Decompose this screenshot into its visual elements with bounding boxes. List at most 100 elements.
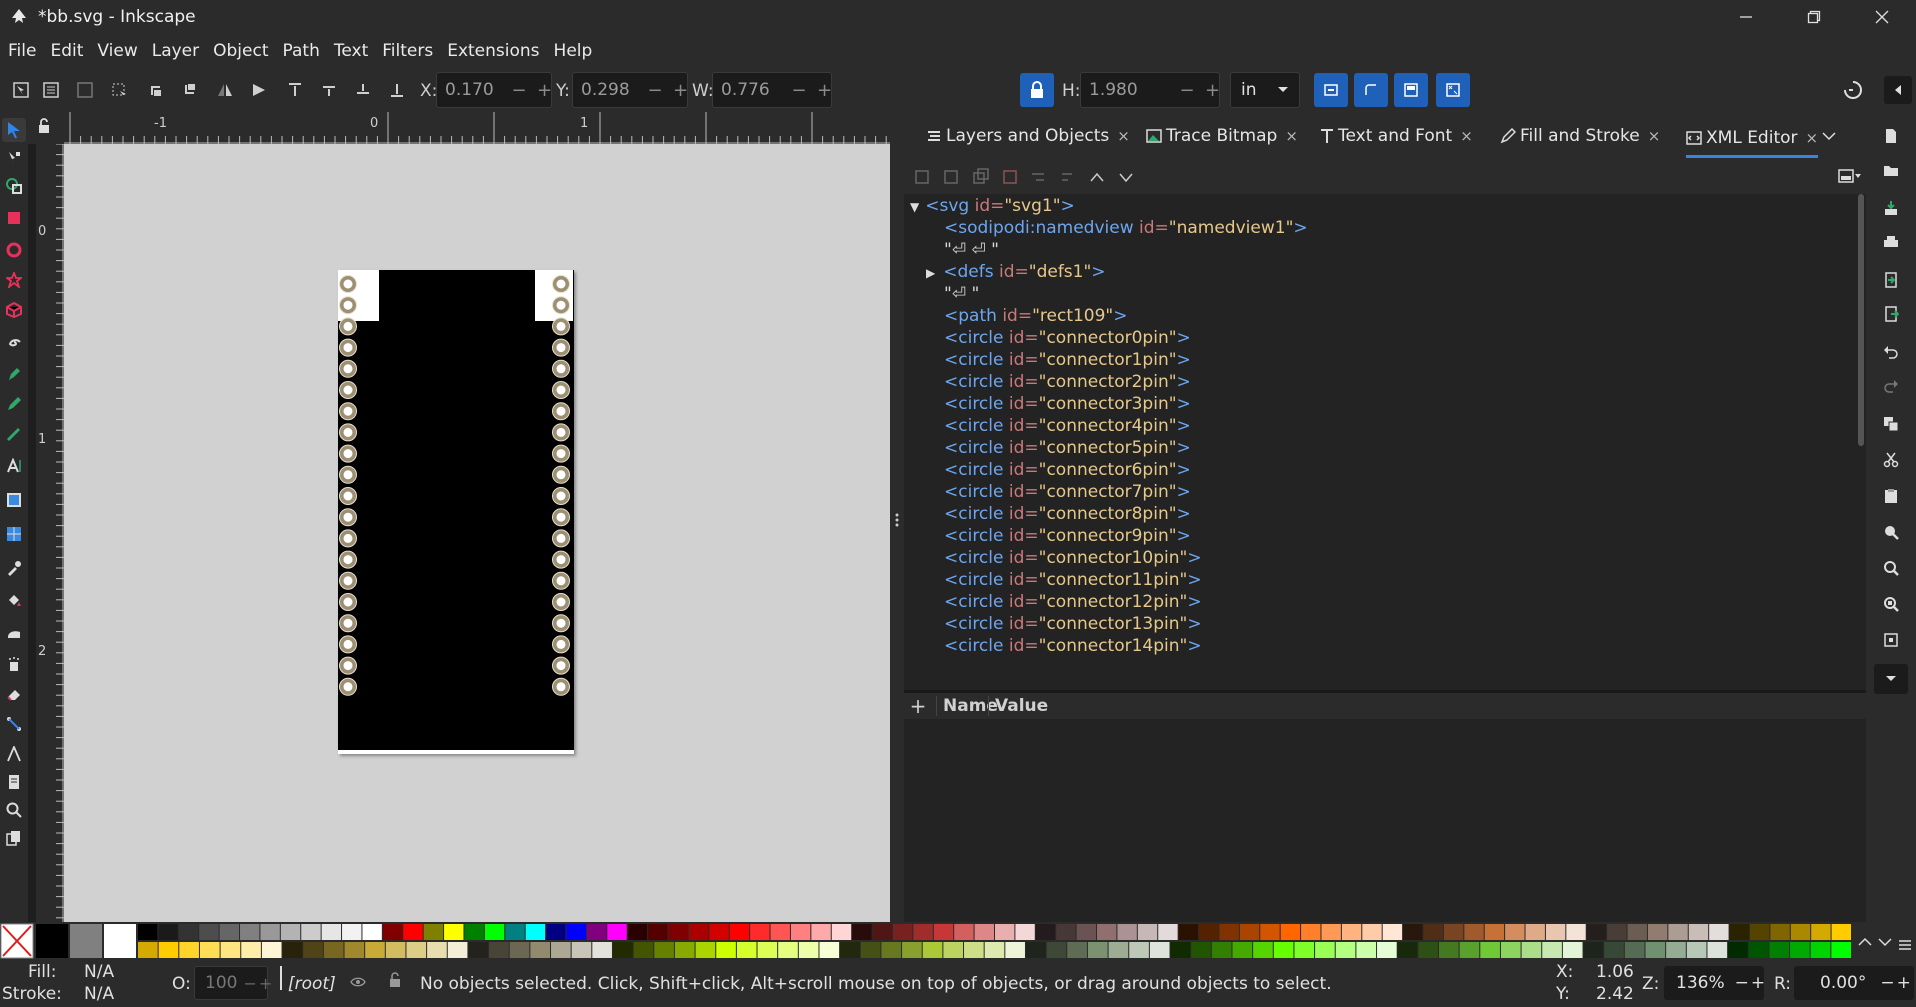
minimize-button[interactable] [1712, 0, 1780, 34]
xml-node-circle[interactable]: <circle id="connector12pin"> [944, 592, 1202, 612]
lock-guides-icon[interactable] [36, 118, 52, 134]
xml-node-circle[interactable]: <circle id="connector2pin"> [944, 372, 1191, 392]
fill-value[interactable]: N/A [84, 962, 114, 982]
xml-node-tree[interactable]: ▼ <svg id="svg1"> <sodipodi:namedview id=… [904, 194, 1856, 682]
lower-to-bottom-icon[interactable] [386, 79, 408, 101]
pages-tool[interactable] [2, 770, 26, 794]
scrollbar-thumb[interactable] [1858, 194, 1864, 446]
export-icon[interactable] [1879, 302, 1903, 326]
palette-menu-button[interactable] [1898, 936, 1914, 952]
palette-scroll-up[interactable] [1858, 932, 1874, 948]
rotation-increment[interactable]: + [1897, 973, 1911, 993]
restore-button[interactable] [1780, 0, 1848, 34]
xml-node-circle[interactable]: <circle id="connector5pin"> [944, 438, 1191, 458]
new-document-icon[interactable] [1879, 124, 1903, 148]
add-attribute-button[interactable]: + [904, 694, 932, 718]
menu-file[interactable]: File [8, 41, 36, 61]
close-tab-icon[interactable]: × [1806, 129, 1819, 147]
undo-icon[interactable] [1879, 340, 1903, 364]
xml-layout-button[interactable] [1838, 168, 1862, 188]
xml-node-svg[interactable]: ▼ <svg id="svg1"> [910, 196, 1075, 216]
star-tool[interactable] [2, 268, 26, 292]
expanded-triangle-icon[interactable]: ▼ [910, 200, 919, 214]
rectangle-tool[interactable] [2, 206, 26, 230]
xml-node-circle[interactable]: <circle id="connector14pin"> [944, 636, 1202, 656]
flip-vertical-icon[interactable] [248, 79, 270, 101]
ellipse-tool[interactable] [2, 238, 26, 262]
print-icon[interactable] [1879, 230, 1903, 254]
paint-bucket-tool[interactable] [2, 588, 26, 612]
connector-tool[interactable] [2, 712, 26, 736]
xml-text-node[interactable]: "⏎ " [944, 284, 979, 304]
opacity-increment[interactable]: + [259, 974, 272, 993]
select-all-icon[interactable] [10, 79, 32, 101]
tweak-tool[interactable] [2, 620, 26, 644]
eraser-tool[interactable] [2, 682, 26, 706]
zoom-page-icon[interactable] [1879, 592, 1903, 616]
xml-node-circle[interactable]: <circle id="connector9pin"> [944, 526, 1191, 546]
zoom-selection-icon[interactable] [1879, 520, 1903, 544]
x-decrement-button[interactable]: − [501, 80, 537, 101]
tabs-overflow-button[interactable] [1822, 126, 1836, 145]
menu-edit[interactable]: Edit [50, 41, 83, 61]
gradient-tool[interactable] [2, 488, 26, 512]
zoom-drawing-icon[interactable] [1879, 556, 1903, 580]
zoom-center-icon[interactable] [1879, 628, 1903, 652]
w-decrement-button[interactable]: − [781, 80, 817, 101]
more-commands-button[interactable] [1874, 664, 1908, 694]
selector-tool[interactable] [2, 118, 26, 142]
scale-corners-button[interactable] [1354, 73, 1388, 107]
node-tool[interactable] [2, 146, 26, 170]
menu-text[interactable]: Text [334, 41, 368, 61]
xml-node-circle[interactable]: <circle id="connector7pin"> [944, 482, 1191, 502]
tab-text-and-font[interactable]: Text and Font × [1320, 122, 1473, 150]
duplicate-icon[interactable] [1879, 412, 1903, 436]
y-field[interactable]: 0.298 − + [572, 72, 688, 108]
save-icon[interactable] [1879, 196, 1903, 220]
opacity-field[interactable]: 100 − + [194, 966, 272, 1000]
redo-icon[interactable] [1879, 374, 1903, 398]
cut-icon[interactable] [1879, 448, 1903, 472]
horizontal-ruler[interactable]: -1 0 1 [28, 112, 892, 144]
x-field[interactable]: 0.170 − + [436, 72, 552, 108]
close-tab-icon[interactable]: × [1285, 127, 1298, 145]
menu-path[interactable]: Path [283, 41, 320, 61]
3d-box-tool[interactable] [2, 298, 26, 322]
paste-icon[interactable] [1879, 484, 1903, 508]
stroke-value[interactable]: N/A [84, 984, 114, 1004]
menu-help[interactable]: Help [554, 41, 593, 61]
tab-xml-editor[interactable]: XML Editor × [1686, 120, 1819, 158]
xml-node-defs[interactable]: ▶ <defs id="defs1"> [926, 262, 1106, 282]
vertical-ruler[interactable]: 0 1 2 [36, 144, 64, 922]
close-button[interactable] [1848, 0, 1916, 34]
measure-tool[interactable] [2, 742, 26, 766]
snap-popover-toggle[interactable] [1884, 76, 1912, 104]
zoom-out-button[interactable]: − [1735, 973, 1749, 993]
flip-horizontal-icon[interactable] [214, 79, 236, 101]
spray-tool[interactable] [2, 652, 26, 676]
h-decrement-button[interactable]: − [1169, 80, 1205, 101]
x-increment-button[interactable]: + [537, 80, 552, 101]
copy-tool[interactable] [2, 826, 26, 850]
close-tab-icon[interactable]: × [1117, 127, 1130, 145]
xml-node-circle[interactable]: <circle id="connector13pin"> [944, 614, 1202, 634]
h-increment-button[interactable]: + [1205, 80, 1220, 101]
menu-view[interactable]: View [97, 41, 137, 61]
layer-lock-icon[interactable] [388, 972, 402, 992]
spiral-tool[interactable] [2, 330, 26, 354]
shape-builder-tool[interactable] [2, 174, 26, 198]
y-increment-button[interactable]: + [673, 80, 688, 101]
select-all-layers-icon[interactable] [40, 79, 62, 101]
text-tool[interactable] [2, 454, 26, 478]
xml-node-circle[interactable]: <circle id="connector4pin"> [944, 416, 1191, 436]
menu-extensions[interactable]: Extensions [447, 41, 539, 61]
current-layer[interactable]: [root] [288, 974, 336, 994]
w-field[interactable]: 0.776 − + [712, 72, 832, 108]
pencil-tool[interactable] [2, 392, 26, 416]
rotate-cw-icon[interactable] [180, 79, 202, 101]
xml-node-path[interactable]: <path id="rect109"> [944, 306, 1128, 326]
xml-node-circle[interactable]: <circle id="connector11pin"> [944, 570, 1202, 590]
w-increment-button[interactable]: + [817, 80, 832, 101]
touch-select-icon[interactable] [108, 79, 130, 101]
close-tab-icon[interactable]: × [1648, 127, 1661, 145]
